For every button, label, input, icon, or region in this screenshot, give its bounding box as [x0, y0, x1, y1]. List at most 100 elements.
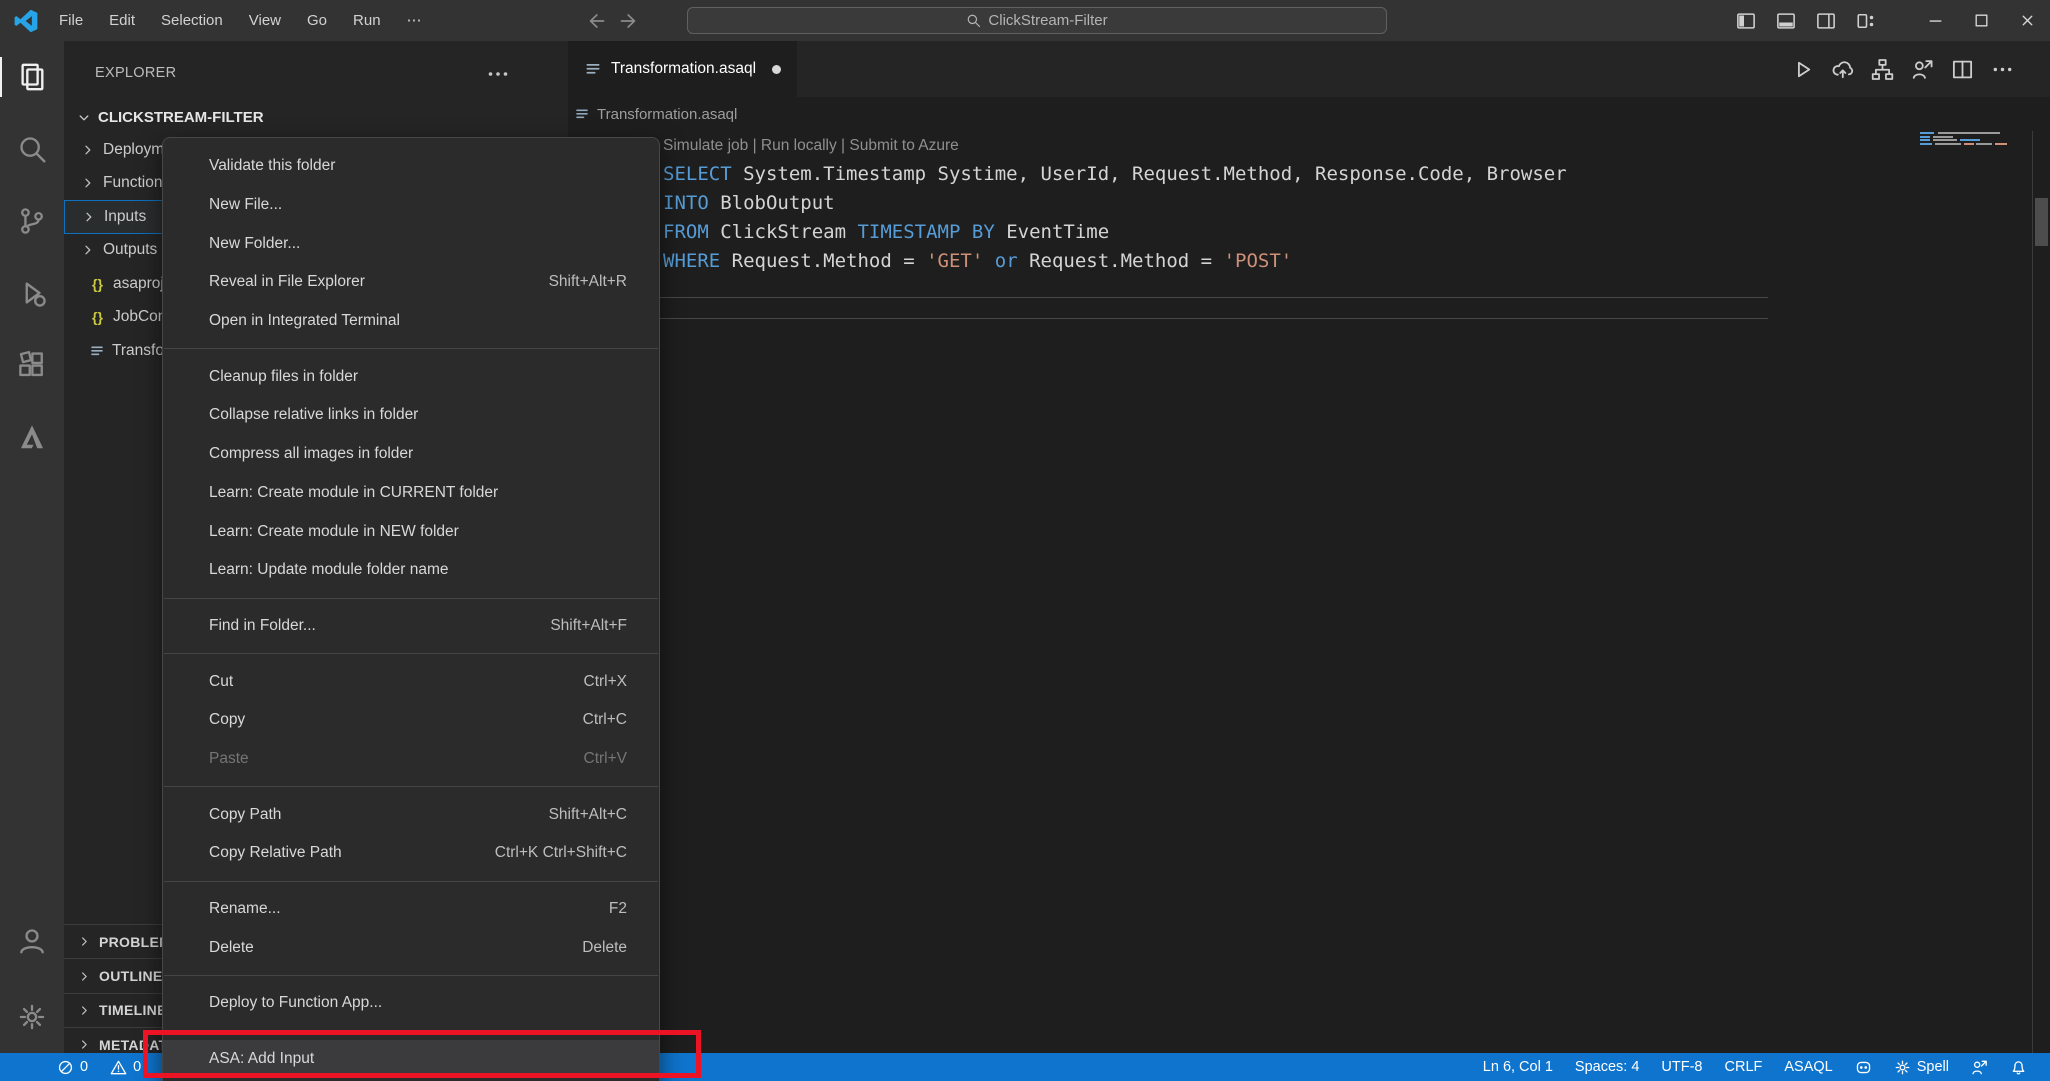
more-actions-icon[interactable]: [1991, 58, 2014, 81]
maximize-button[interactable]: [1958, 0, 2004, 41]
menu-item-cleanup-files-in-folder[interactable]: Cleanup files in folder: [163, 357, 659, 396]
status-asaql[interactable]: ASAQL: [1773, 1053, 1843, 1081]
status-utf-8[interactable]: UTF-8: [1650, 1053, 1713, 1081]
minimap[interactable]: [1920, 132, 2007, 146]
modified-dot-icon[interactable]: [772, 64, 782, 74]
menu-item-learn-create-module-in-new-folder[interactable]: Learn: Create module in NEW folder: [163, 512, 659, 551]
menu-edit[interactable]: Edit: [96, 0, 148, 41]
json-braces-icon: {}: [92, 309, 103, 326]
chevron-right-icon: [77, 969, 92, 984]
vscode-logo-icon: [13, 8, 39, 34]
forward-arrow-icon[interactable]: [619, 10, 641, 32]
menu-item-copy[interactable]: Copy Ctrl+C: [163, 701, 659, 740]
status-label: CRLF: [1724, 1059, 1763, 1075]
activity-account[interactable]: [0, 905, 64, 977]
minimize-button[interactable]: [1912, 0, 1958, 41]
editor-divider-line: [600, 318, 1768, 319]
status-person-share[interactable]: [1960, 1053, 1999, 1081]
menu-item-validate-this-folder[interactable]: Validate this folder: [163, 147, 659, 186]
editor-actions: [1791, 41, 2050, 97]
status-crlf[interactable]: CRLF: [1714, 1053, 1774, 1081]
menu-item-rename[interactable]: Rename... F2: [163, 890, 659, 929]
back-arrow-icon[interactable]: [584, 10, 606, 32]
menu-run[interactable]: Run: [340, 0, 394, 41]
activity-source-control[interactable]: [0, 185, 64, 257]
status-value: 0: [133, 1059, 142, 1075]
split-editor-icon[interactable]: [1951, 58, 1974, 81]
menu-item-open-in-integrated-terminal[interactable]: Open in Integrated Terminal: [163, 302, 659, 341]
activity-extensions[interactable]: [0, 329, 64, 401]
status-label: Spaces: 4: [1574, 1059, 1640, 1075]
menu-item-label: Learn: Create module in NEW folder: [209, 522, 459, 540]
menu-separator: [163, 967, 659, 984]
menu-item-collapse-relative-links-in-folder[interactable]: Collapse relative links in folder: [163, 396, 659, 435]
tab-transformation-asaql[interactable]: Transformation.asaql: [568, 41, 798, 97]
menu-item-label: Collapse relative links in folder: [209, 406, 419, 424]
file-list-icon: [584, 60, 602, 78]
activity-azure[interactable]: [0, 401, 64, 473]
menu-item-label: Reveal in File Explorer: [209, 273, 365, 291]
command-center[interactable]: ClickStream-Filter: [687, 7, 1387, 34]
chevron-right-icon: [77, 1037, 92, 1052]
close-button[interactable]: [2004, 0, 2050, 41]
menu-item-shortcut: Ctrl+C: [582, 711, 627, 729]
menu-file[interactable]: File: [46, 0, 96, 41]
menu-item-find-in-folder[interactable]: Find in Folder... Shift+Alt+F: [163, 607, 659, 646]
hierarchy-icon[interactable]: [1871, 58, 1894, 81]
menu-item-delete[interactable]: Delete Delete: [163, 928, 659, 967]
status-ln-6-col-1[interactable]: Ln 6, Col 1: [1472, 1053, 1564, 1081]
status-label: ASAQL: [1784, 1059, 1833, 1075]
customize-layout-button[interactable]: [1846, 0, 1886, 41]
scrollbar-thumb[interactable]: [2035, 198, 2048, 246]
code-line: FROM ClickStream TIMESTAMP BY EventTime: [663, 221, 1110, 243]
share-profile-icon[interactable]: [1911, 58, 1934, 81]
menu-go[interactable]: Go: [294, 0, 340, 41]
menu-item-copy-path[interactable]: Copy Path Shift+Alt+C: [163, 795, 659, 834]
status-left: 00: [0, 1053, 152, 1081]
status-bell[interactable]: [1999, 1053, 2038, 1081]
status-spell[interactable]: Spell: [1883, 1053, 1960, 1081]
breadcrumb[interactable]: Transformation.asaql: [568, 97, 2050, 131]
activity-settings[interactable]: [0, 981, 64, 1053]
menu-item-paste: Paste Ctrl+V: [163, 740, 659, 779]
workspace-root-row[interactable]: CLICKSTREAM-FILTER: [64, 104, 568, 131]
menu-item-compress-all-images-in-folder[interactable]: Compress all images in folder: [163, 435, 659, 474]
menu-item-learn-create-module-in-current-folder[interactable]: Learn: Create module in CURRENT folder: [163, 474, 659, 513]
activity-run-and-debug[interactable]: [0, 257, 64, 329]
menu-view[interactable]: View: [236, 0, 294, 41]
activity-search[interactable]: [0, 113, 64, 185]
layout-sidebar-icon: [1736, 11, 1756, 31]
menu-item-shortcut: Shift+Alt+C: [548, 805, 627, 823]
status-mask[interactable]: [1844, 1053, 1883, 1081]
close-icon: [2019, 12, 2036, 29]
extensions-icon: [17, 350, 47, 380]
code-line: SELECT System.Timestamp Systime, UserId,…: [663, 163, 1567, 185]
menu-item-reveal-in-file-explorer[interactable]: Reveal in File Explorer Shift+Alt+R: [163, 263, 659, 302]
menu-separator: [163, 340, 659, 357]
menu-item-learn-update-module-folder-name[interactable]: Learn: Update module folder name: [163, 551, 659, 590]
code-area[interactable]: Simulate job | Run locally | Submit to A…: [663, 131, 1567, 276]
codelens-links[interactable]: Simulate job | Run locally | Submit to A…: [663, 131, 1567, 160]
menu-[interactable]: ⋯: [394, 0, 435, 41]
menu-item-new-file[interactable]: New File...: [163, 186, 659, 225]
activity-explorer[interactable]: [0, 41, 64, 113]
gear-icon: [17, 1002, 47, 1032]
status-spaces-4[interactable]: Spaces: 4: [1564, 1053, 1651, 1081]
toggle-secondary-sidebar-button[interactable]: [1806, 0, 1846, 41]
status-label: UTF-8: [1661, 1059, 1703, 1075]
run-icon[interactable]: [1791, 58, 1814, 81]
menu-separator: [163, 645, 659, 662]
menu-selection[interactable]: Selection: [148, 0, 236, 41]
status-error-count[interactable]: 0: [46, 1053, 99, 1081]
menu-item-cut[interactable]: Cut Ctrl+X: [163, 662, 659, 701]
menu-item-shortcut: Ctrl+X: [583, 672, 628, 690]
cloud-upload-icon[interactable]: [1831, 58, 1854, 81]
menu-item-copy-relative-path[interactable]: Copy Relative Path Ctrl+K Ctrl+Shift+C: [163, 834, 659, 873]
menu-item-new-folder[interactable]: New Folder...: [163, 224, 659, 263]
toggle-sidebar-button[interactable]: [1726, 0, 1766, 41]
chevron-right-icon: [80, 175, 96, 191]
menu-item-deploy-to-function-app[interactable]: Deploy to Function App...: [163, 984, 659, 1023]
menu-item-label: Copy: [209, 711, 246, 729]
toggle-panel-button[interactable]: [1766, 0, 1806, 41]
more-actions-icon[interactable]: [486, 62, 510, 86]
